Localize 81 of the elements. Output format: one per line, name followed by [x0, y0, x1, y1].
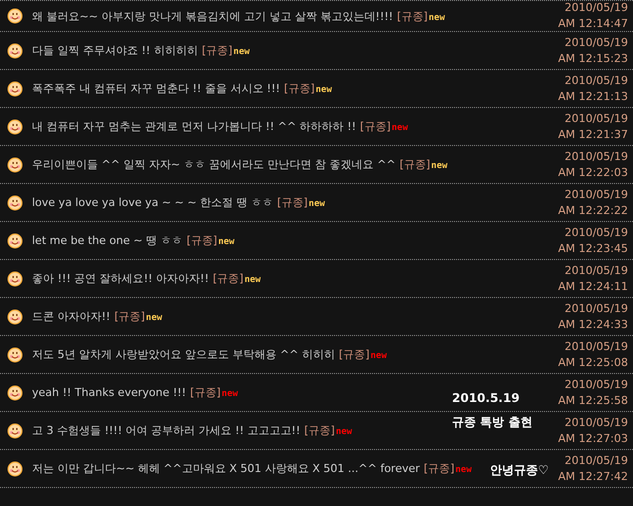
post-time: AM 12:25:58: [558, 392, 628, 408]
author-tag[interactable]: [규종]: [212, 272, 244, 285]
smiley-icon: [7, 308, 23, 324]
new-label: new: [428, 12, 445, 22]
author-tag[interactable]: [규종]: [397, 10, 428, 22]
author-tag[interactable]: [규종]: [202, 44, 232, 57]
smiley-icon: [7, 384, 23, 400]
post-date: 2010/05/19: [564, 72, 628, 88]
new-label: new: [316, 85, 332, 95]
new-label: new: [455, 465, 472, 475]
new-label: new: [244, 275, 261, 285]
handwritten-note: 안녕규종♡: [490, 462, 549, 479]
smiley-icon: [7, 460, 23, 476]
new-label: new: [431, 161, 448, 171]
post-date: 2010/05/19: [564, 148, 628, 164]
message-text: 드콘 아자아자!!: [32, 310, 110, 323]
message-text: 내 컴퓨터 자꾸 멈추는 관계로 먼저 나가봅니다 !! ^^ 하하하하 !!: [32, 120, 356, 133]
post-time: AM 12:24:11: [558, 278, 628, 294]
post-time: AM 12:25:08: [558, 354, 628, 370]
post-date: 2010/05/19: [564, 110, 628, 126]
author-tag[interactable]: [규종]: [190, 386, 221, 399]
new-label: new: [392, 123, 408, 133]
post-date: 2010/05/19: [564, 0, 628, 16]
message-text: love ya love ya love ya ~ ~ ~ 한소절 땡 ㅎㅎ: [32, 196, 274, 209]
new-label: new: [146, 313, 162, 323]
message-text: 좋아 !!! 공연 잘하세요!! 아자아자!!: [32, 272, 209, 285]
new-label: new: [218, 237, 234, 247]
post-time: AM 12:21:37: [558, 126, 628, 142]
smiley-icon: [7, 232, 23, 248]
message-text: 저는 이만 갑니다~~ 헤헤 ^^고마워요 X 501 사랑해요 X 501 ...^^ forever: [32, 462, 420, 475]
message-text: 저도 5년 알차게 사랑받았어요 앞으로도 부탁해용 ^^ 히히히: [32, 348, 335, 361]
post-date: 2010/05/19: [564, 224, 628, 240]
author-tag[interactable]: [규종]: [338, 348, 370, 361]
smiley-icon: [7, 42, 23, 58]
handwritten-note: 규종 톡방 출현: [452, 414, 532, 431]
post-date: 2010/05/19: [564, 34, 628, 50]
post-date: 2010/05/19: [564, 376, 628, 392]
author-tag[interactable]: [규종]: [114, 310, 145, 323]
post-date: 2010/05/19: [564, 338, 628, 354]
post-date: 2010/05/19: [564, 262, 628, 278]
new-label: new: [308, 199, 325, 209]
post-date: 2010/05/19: [564, 414, 628, 430]
smiley-icon: [7, 422, 23, 438]
post-time: AM 12:15:23: [558, 50, 628, 66]
post-time: AM 12:27:03: [558, 430, 628, 446]
message-text: yeah !! Thanks everyone !!!: [32, 386, 186, 399]
post-date: 2010/05/19: [564, 452, 628, 468]
post-date: 2010/05/19: [564, 300, 628, 316]
author-tag[interactable]: [규종]: [186, 234, 218, 247]
new-label: new: [336, 427, 352, 437]
smiley-icon: [7, 118, 23, 134]
post-time: AM 12:22:22: [558, 202, 628, 218]
author-tag[interactable]: [규종]: [304, 424, 335, 437]
new-label: new: [370, 351, 387, 361]
post-time: AM 12:27:42: [558, 468, 628, 484]
author-tag[interactable]: [규종]: [400, 158, 430, 171]
message-text: 다들 일찍 주무셔야죠 !! 히히히히: [32, 44, 198, 57]
post-date: 2010/05/19: [564, 186, 628, 202]
author-tag[interactable]: [규종]: [284, 82, 315, 95]
post-time: AM 12:24:33: [558, 316, 628, 332]
smiley-icon: [7, 346, 23, 362]
author-tag[interactable]: [규종]: [277, 196, 308, 209]
handwritten-note: 2010.5.19: [452, 391, 520, 405]
smiley-icon: [7, 270, 23, 286]
message-text: 폭주폭주 내 컴퓨터 자꾸 멈춘다 !! 줄을 서시오 !!!: [32, 82, 280, 95]
message-text: 왜 불러요~~ 아부지랑 맛나게 볶음김치에 고기 넣고 살짝 볶고있는데!!!!: [32, 10, 394, 22]
message-text: let me be the one ~ 땡 ㅎㅎ: [32, 234, 183, 247]
post-time: AM 12:23:45: [558, 240, 628, 256]
smiley-icon: [7, 8, 23, 24]
smiley-icon: [7, 80, 23, 96]
author-tag[interactable]: [규종]: [360, 120, 391, 133]
author-tag[interactable]: [규종]: [424, 462, 454, 475]
post-time: AM 12:14:47: [558, 16, 628, 32]
new-label: new: [222, 389, 238, 399]
post-time: AM 12:21:13: [558, 88, 628, 104]
message-text: 고 3 수험생들 !!!! 어여 공부하러 가세요 !! 고고고고!!: [32, 424, 300, 437]
message-text: 우리이쁜이들 ^^ 일찍 자자~ ㅎㅎ 꿈에서라도 만난다면 참 좋겠네요 ^^: [32, 158, 396, 171]
smiley-icon: [7, 156, 23, 172]
smiley-icon: [7, 194, 23, 210]
new-label: new: [233, 47, 250, 57]
post-time: AM 12:22:03: [558, 164, 628, 180]
